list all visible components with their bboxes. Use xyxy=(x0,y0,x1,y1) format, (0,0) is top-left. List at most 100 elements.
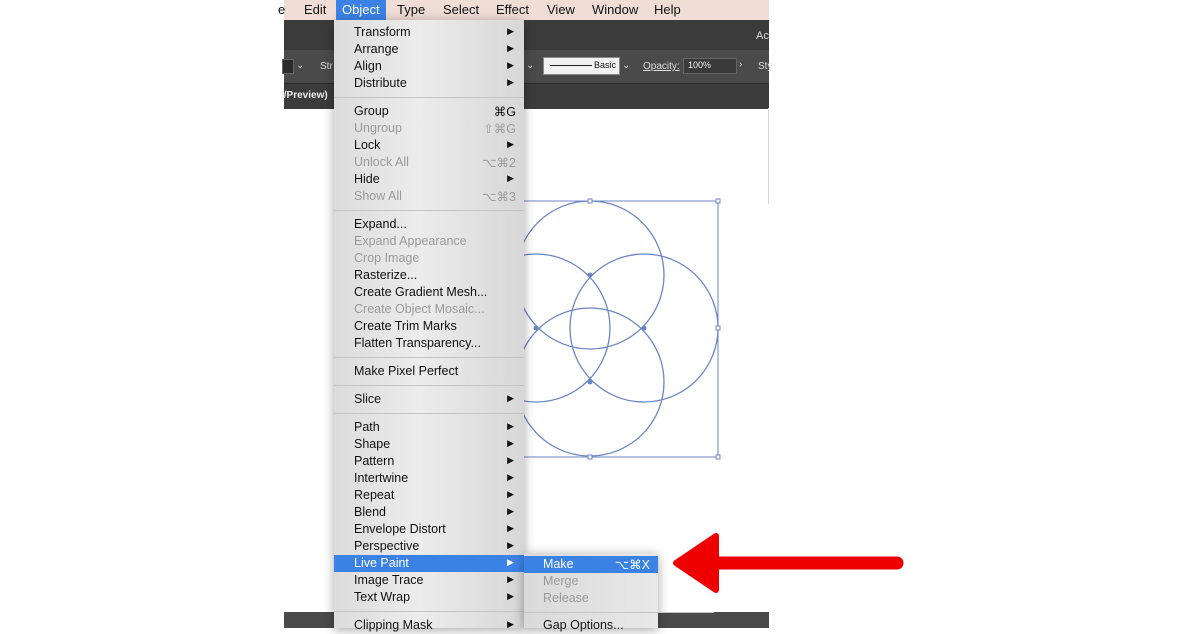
menu-item-create-gradient-mesh[interactable]: Create Gradient Mesh... xyxy=(334,284,524,301)
menu-item-label: Merge xyxy=(543,574,579,588)
menu-item-text-wrap[interactable]: Text Wrap ▶ xyxy=(334,589,524,606)
menu-item-transform[interactable]: Transform ▶ xyxy=(334,24,524,41)
menu-item-path[interactable]: Path ▶ xyxy=(334,419,524,436)
menu-item-label: Make Pixel Perfect xyxy=(354,364,459,378)
submenu-arrow-icon: ▶ xyxy=(507,438,514,448)
submenu-arrow-icon: ▶ xyxy=(507,421,514,431)
submenu-arrow-icon: ▶ xyxy=(507,506,514,516)
menu-separator xyxy=(524,612,714,613)
anchor-point[interactable] xyxy=(533,325,539,331)
anchor-point[interactable] xyxy=(587,379,593,385)
submenu-item-release[interactable]: Release xyxy=(524,590,658,607)
menu-item-ungroup[interactable]: Ungroup ⇧⌘G xyxy=(334,120,524,137)
menu-separator xyxy=(334,357,524,358)
menu-item-label: Arrange xyxy=(354,42,399,56)
menu-item-label: Expand Appearance xyxy=(354,234,467,248)
submenu-arrow-icon: ▶ xyxy=(507,574,514,584)
menu-item-clipping-mask[interactable]: Clipping Mask ▶ xyxy=(334,617,524,634)
menu-item-create-trim-marks[interactable]: Create Trim Marks xyxy=(334,318,524,335)
menu-item-rasterize[interactable]: Rasterize... xyxy=(334,267,524,284)
menu-item-label: Release xyxy=(543,591,589,605)
submenu-item-merge[interactable]: Merge xyxy=(524,573,658,590)
artwork-canvas xyxy=(461,198,904,593)
menu-item-label: Group xyxy=(354,104,389,118)
menu-item-make-pixel-perfect[interactable]: Make Pixel Perfect xyxy=(334,363,524,380)
bbox-handle-right[interactable] xyxy=(715,325,721,331)
menu-item-label: Ungroup xyxy=(354,121,402,135)
menu-separator xyxy=(334,611,524,612)
menu-item-label: Text Wrap xyxy=(354,590,411,604)
menu-item-label: Slice xyxy=(354,392,382,406)
menu-item-label: Pattern xyxy=(354,454,395,468)
menu-item-create-object-mosaic[interactable]: Create Object Mosaic... xyxy=(334,301,524,318)
menu-item-label: Show All xyxy=(354,189,402,203)
live-paint-submenu: Make ⌥⌘X Merge Release Gap Options... xyxy=(524,553,714,632)
bbox-handle-top-right[interactable] xyxy=(715,198,721,204)
menu-item-label: Flatten Transparency... xyxy=(354,336,481,350)
menu-item-label: Live Paint xyxy=(354,556,409,570)
submenu-arrow-icon: ▶ xyxy=(507,26,514,36)
menu-item-arrange[interactable]: Arrange ▶ xyxy=(334,41,524,58)
bbox-handle-top[interactable] xyxy=(587,198,593,204)
submenu-item-gap-options[interactable]: Gap Options... xyxy=(524,617,658,634)
anchor-point[interactable] xyxy=(587,272,593,278)
menu-item-blend[interactable]: Blend ▶ xyxy=(334,504,524,521)
menu-item-pattern[interactable]: Pattern ▶ xyxy=(334,453,524,470)
submenu-arrow-icon: ▶ xyxy=(507,591,514,601)
menu-item-intertwine[interactable]: Intertwine ▶ xyxy=(334,470,524,487)
menu-item-flatten-transparency[interactable]: Flatten Transparency... xyxy=(334,335,524,352)
menu-item-label: Hide xyxy=(354,172,380,186)
menu-item-expand[interactable]: Expand... xyxy=(334,216,524,233)
menu-item-label: Create Trim Marks xyxy=(354,319,457,333)
menu-item-label: Crop Image xyxy=(354,251,420,265)
menu-item-label: Rasterize... xyxy=(354,268,418,282)
submenu-arrow-icon: ▶ xyxy=(507,523,514,533)
menu-item-label: Make xyxy=(543,557,574,571)
menu-item-label: Blend xyxy=(354,505,386,519)
bbox-handle-bottom[interactable] xyxy=(587,454,593,460)
submenu-arrow-icon: ▶ xyxy=(507,139,514,149)
menu-item-shape[interactable]: Shape ▶ xyxy=(334,436,524,453)
menu-item-show-all[interactable]: Show All ⌥⌘3 xyxy=(334,188,524,205)
submenu-arrow-icon: ▶ xyxy=(507,472,514,482)
object-menu: Transform ▶ Arrange ▶ Align ▶ Distribute ▶ G… xyxy=(334,20,524,632)
menu-item-perspective[interactable]: Perspective ▶ xyxy=(334,538,524,555)
menu-item-live-paint[interactable]: Live Paint ▶ xyxy=(334,555,524,572)
menu-item-distribute[interactable]: Distribute ▶ xyxy=(334,75,524,92)
menu-item-envelope-distort[interactable]: Envelope Distort ▶ xyxy=(334,521,524,538)
anchor-point[interactable] xyxy=(641,325,647,331)
menu-item-slice[interactable]: Slice ▶ xyxy=(334,391,524,408)
submenu-arrow-icon: ▶ xyxy=(507,43,514,53)
menu-item-align[interactable]: Align ▶ xyxy=(334,58,524,75)
menu-item-label: Path xyxy=(354,420,380,434)
submenu-item-make[interactable]: Make ⌥⌘X xyxy=(524,556,658,573)
menu-separator xyxy=(334,97,524,98)
menu-separator xyxy=(334,413,524,414)
menu-item-label: Transform xyxy=(354,25,411,39)
menu-item-hide[interactable]: Hide ▶ xyxy=(334,171,524,188)
bbox-handle-bottom-right[interactable] xyxy=(715,454,721,460)
menu-item-label: Envelope Distort xyxy=(354,522,446,536)
submenu-arrow-icon: ▶ xyxy=(507,173,514,183)
menu-item-label: Lock xyxy=(354,138,381,152)
annotation-arrow xyxy=(673,533,904,593)
menu-item-lock[interactable]: Lock ▶ xyxy=(334,137,524,154)
submenu-arrow-icon: ▶ xyxy=(507,393,514,403)
menu-item-label: Create Object Mosaic... xyxy=(354,302,485,316)
menu-item-image-trace[interactable]: Image Trace ▶ xyxy=(334,572,524,589)
submenu-arrow-icon: ▶ xyxy=(507,540,514,550)
menu-item-label: Create Gradient Mesh... xyxy=(354,285,488,299)
menu-item-unlock-all[interactable]: Unlock All ⌥⌘2 xyxy=(334,154,524,171)
menu-item-label: Clipping Mask xyxy=(354,618,433,632)
menu-item-shortcut: ⇧⌘G xyxy=(483,122,516,136)
menu-item-crop-image[interactable]: Crop Image xyxy=(334,250,524,267)
menu-item-label: Shape xyxy=(354,437,391,451)
annotation-arrow-head xyxy=(673,533,719,593)
menu-item-expand-appearance[interactable]: Expand Appearance xyxy=(334,233,524,250)
menu-item-repeat[interactable]: Repeat ▶ xyxy=(334,487,524,504)
menu-item-group[interactable]: Group ⌘G xyxy=(334,103,524,120)
menu-item-label: Repeat xyxy=(354,488,395,502)
submenu-arrow-icon: ▶ xyxy=(507,557,514,567)
menu-item-shortcut: ⌥⌘X xyxy=(614,558,650,572)
submenu-arrow-icon: ▶ xyxy=(507,619,514,629)
